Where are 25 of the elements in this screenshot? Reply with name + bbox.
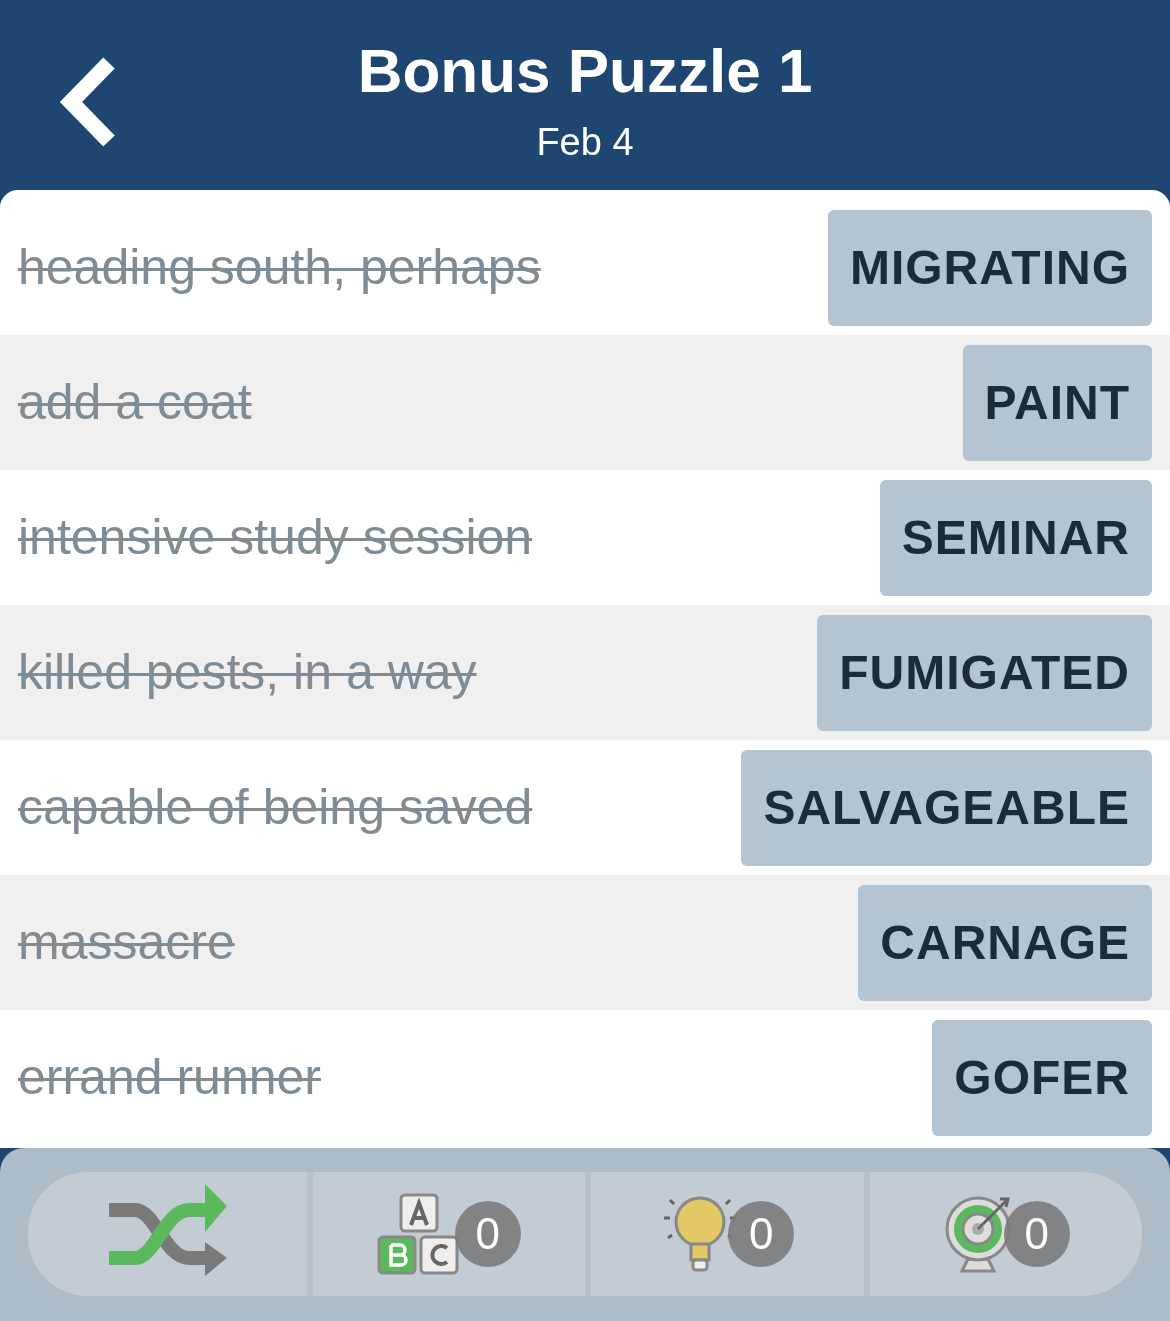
screen-subtitle: Feb 4	[536, 120, 634, 164]
count-badge: 0	[1003, 1201, 1070, 1267]
clue-text: killed pests, in a way	[18, 643, 477, 702]
hint-button[interactable]: 0	[585, 1172, 864, 1296]
clue-text: intensive study session	[18, 508, 533, 567]
target-button[interactable]: 0	[863, 1172, 1142, 1296]
clue-row[interactable]: killed pests, in a way FUMIGATED	[0, 605, 1170, 740]
answer-tile: PAINT	[962, 344, 1152, 461]
answer-tile: CARNAGE	[858, 884, 1152, 1001]
count-badge: 0	[454, 1201, 521, 1267]
answer-tile: GOFER	[932, 1019, 1152, 1136]
clue-row[interactable]: massacre CARNAGE	[0, 875, 1170, 1010]
clue-text: add a coat	[18, 373, 252, 432]
clue-text: massacre	[18, 913, 235, 972]
screen-title: Bonus Puzzle 1	[357, 36, 813, 106]
answer-tile: MIGRATING	[827, 209, 1152, 326]
count-badge: 0	[728, 1201, 795, 1267]
answer-tile: SALVAGEABLE	[741, 749, 1152, 866]
clue-text: heading south, perhaps	[18, 238, 541, 297]
answer-tile: SEMINAR	[879, 479, 1152, 596]
answer-tile: FUMIGATED	[817, 614, 1152, 731]
letters-button[interactable]: 0	[306, 1172, 585, 1296]
clue-row[interactable]: add a coat PAINT	[0, 335, 1170, 470]
clue-text: errand runner	[18, 1048, 321, 1107]
clue-text: capable of being saved	[18, 778, 533, 837]
